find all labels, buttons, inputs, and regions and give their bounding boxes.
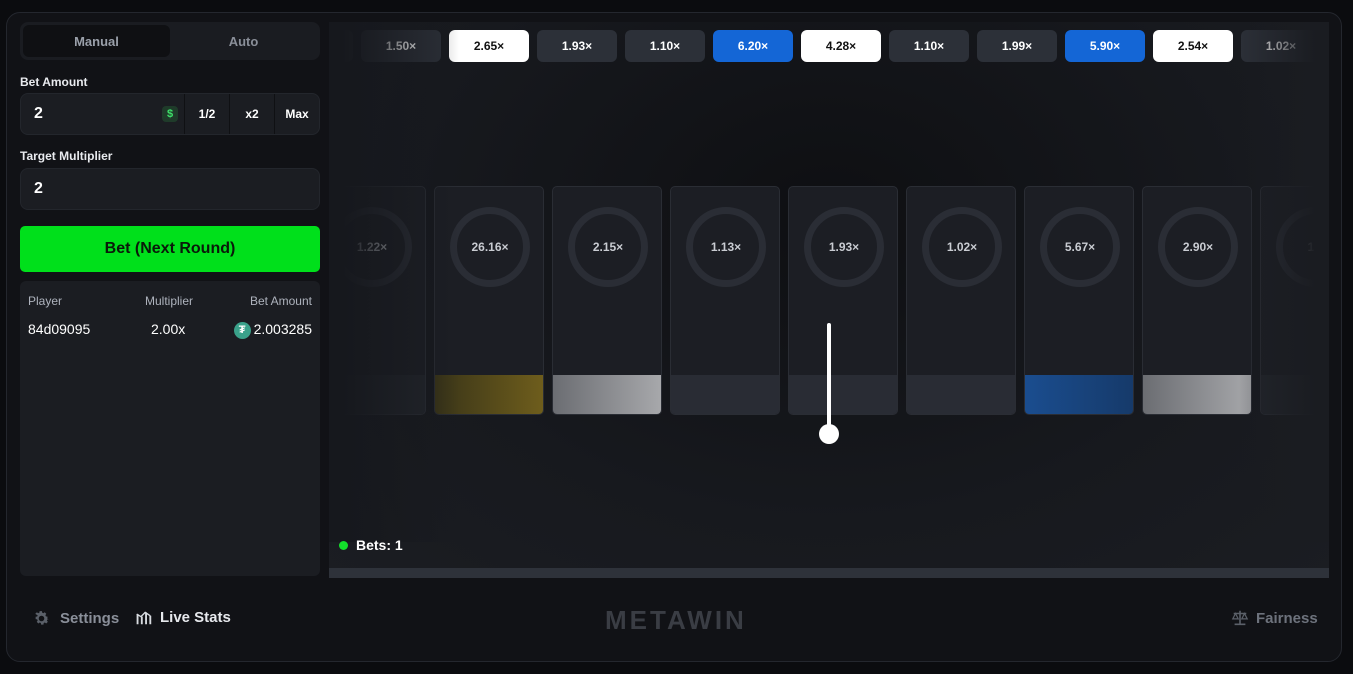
metawin-logo: METAWIN <box>605 605 747 635</box>
card-color-strip <box>435 375 543 414</box>
history-chip: 1.10× <box>889 30 969 62</box>
chart-icon <box>136 611 152 625</box>
row-bet-amount-cell: ₮ 2.003285 <box>233 321 312 339</box>
fairness-label: Fairness <box>1256 609 1318 627</box>
game-window: Manual Auto Bet Amount 2 $ 1/2 x2 Max Ta… <box>6 12 1342 662</box>
history-chip: 1.99× <box>977 30 1057 62</box>
card-color-strip <box>553 375 661 414</box>
multiplier-ring: 1.22× <box>332 207 412 287</box>
bet-amount-field: 2 $ 1/2 x2 Max <box>20 93 320 135</box>
target-multiplier-label: Target Multiplier <box>20 149 113 163</box>
header-player: Player <box>28 294 63 308</box>
game-area: 1.50× 2.65× 1.93× 1.10× 6.20× 4.28× 1.10× 1.99×… <box>329 22 1329 578</box>
history-chip: 6.20× <box>713 30 793 62</box>
history-chip: 4.28× <box>801 30 881 62</box>
bets-status: Bets: 1 <box>339 537 403 553</box>
card-color-strip <box>1143 375 1251 414</box>
card-color-strip <box>789 375 897 414</box>
double-button[interactable]: x2 <box>229 94 274 134</box>
gear-icon <box>35 611 49 625</box>
multiplier-ring: 1.0 <box>1276 207 1329 287</box>
card-color-strip <box>907 375 1015 414</box>
history-chip: 1.02× <box>1241 30 1321 62</box>
card-color-strip <box>1261 375 1329 414</box>
history-chip: 2.65× <box>449 30 529 62</box>
multiplier-ring: 1.13× <box>686 207 766 287</box>
history-chip: 1.10× <box>625 30 705 62</box>
bet-button[interactable]: Bet (Next Round) <box>20 226 320 272</box>
row-player: 84d09095 <box>28 321 91 337</box>
history-chip <box>329 30 353 62</box>
header-bet-amount: Bet Amount <box>249 294 312 308</box>
multiplier-ring: 2.15× <box>568 207 648 287</box>
pointer-needle <box>827 323 831 431</box>
live-stats-button[interactable]: Live Stats <box>135 609 231 626</box>
multiplier-card: 26.16× <box>434 186 544 415</box>
multiplier-card: 1.02× <box>906 186 1016 415</box>
tab-manual[interactable]: Manual <box>23 25 170 57</box>
history-chip: 2.54× <box>1153 30 1233 62</box>
multiplier-card: 1.0 <box>1260 186 1329 415</box>
multiplier-card: 1.22× <box>329 186 426 415</box>
multiplier-card: 1.13× <box>670 186 780 415</box>
max-button[interactable]: Max <box>274 94 319 134</box>
row-multiplier: 2.00x <box>151 321 186 337</box>
status-dot-icon <box>339 540 348 550</box>
card-color-strip <box>671 375 779 414</box>
control-panel: Manual Auto Bet Amount 2 $ 1/2 x2 Max Ta… <box>20 22 320 576</box>
live-stats-label: Live Stats <box>160 609 231 626</box>
card-color-strip <box>1025 375 1133 414</box>
tether-icon: ₮ <box>233 321 251 339</box>
half-button[interactable]: 1/2 <box>184 94 229 134</box>
bets-count: Bets: 1 <box>356 537 403 553</box>
multiplier-card: 2.90× <box>1142 186 1252 415</box>
multiplier-ring: 26.16× <box>450 207 530 287</box>
multiplier-ring: 1.02× <box>922 207 1002 287</box>
settings-button[interactable]: Settings <box>32 609 119 628</box>
history-chip: 1.50× <box>361 30 441 62</box>
multiplier-ring: 5.67× <box>1040 207 1120 287</box>
row-bet-amount: 2.003285 <box>253 321 312 337</box>
multiplier-card: 5.67× <box>1024 186 1134 415</box>
pointer-knob <box>819 424 839 444</box>
header-multiplier: Multiplier <box>145 294 194 308</box>
fairness-button[interactable]: Fairness <box>1231 609 1318 627</box>
mode-tabs: Manual Auto <box>20 22 320 60</box>
dollar-icon: $ <box>162 106 178 122</box>
card-color-strip <box>329 375 425 414</box>
tab-auto[interactable]: Auto <box>170 25 317 57</box>
multiplier-card: 2.15× <box>552 186 662 415</box>
scale-icon <box>1231 610 1249 626</box>
bet-amount-label: Bet Amount <box>20 75 88 89</box>
history-chip: 1.93× <box>537 30 617 62</box>
multiplier-ring: 1.93× <box>804 207 884 287</box>
target-multiplier-field: 2 <box>20 168 320 210</box>
players-table: Player Multiplier Bet Amount 84d09095 2.… <box>20 281 320 576</box>
target-multiplier-input[interactable]: 2 <box>21 180 319 198</box>
settings-label: Settings <box>60 610 120 627</box>
game-bottom-bar <box>329 568 1329 578</box>
bet-amount-input[interactable]: 2 <box>21 105 162 123</box>
multiplier-ring: 2.90× <box>1158 207 1238 287</box>
history-chip: 5.90× <box>1065 30 1145 62</box>
multiplier-card: 1.93× <box>788 186 898 415</box>
